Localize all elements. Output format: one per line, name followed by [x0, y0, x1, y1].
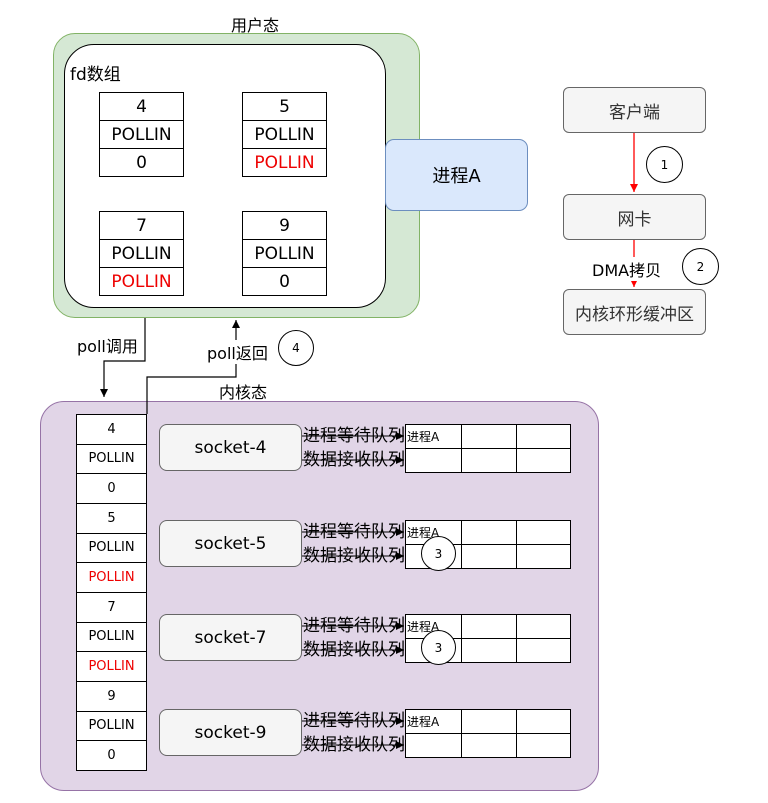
- step-1-circle: 1: [646, 146, 683, 183]
- recv-queue-cell: [461, 448, 517, 473]
- step-3-circle: 3: [421, 536, 456, 571]
- recv-queue-label: 数据接收队列: [303, 735, 405, 755]
- recv-queue-cell: [405, 448, 462, 473]
- wait-queue-cell: [516, 709, 571, 734]
- wait-queue-label: 进程等待队列: [303, 616, 405, 636]
- step-3-circle: 3: [421, 630, 456, 665]
- recv-queue-cell: [461, 638, 517, 663]
- recv-queue-cell: [516, 638, 571, 663]
- wait-queue-cell: [461, 520, 517, 545]
- recv-queue-cell: [461, 733, 517, 758]
- wait-queue-label: 进程等待队列: [303, 711, 405, 731]
- wait-queue-cell: [516, 614, 571, 639]
- recv-queue-cell: [516, 448, 571, 473]
- wait-queue-cell: [516, 520, 571, 545]
- wait-queue-cell: 进程A: [405, 424, 462, 449]
- wait-queue-cell: [461, 424, 517, 449]
- poll-call-label: poll调用: [77, 333, 138, 357]
- step-2-circle: 2: [682, 248, 719, 285]
- socket-box: socket-4: [159, 424, 302, 471]
- wait-queue-cell: [461, 614, 517, 639]
- socket-box: socket-5: [159, 520, 302, 567]
- recv-queue-label: 数据接收队列: [303, 546, 405, 566]
- wait-queue-label: 进程等待队列: [303, 426, 405, 446]
- recv-queue-label: 数据接收队列: [303, 450, 405, 470]
- wait-queue-label: 进程等待队列: [303, 522, 405, 542]
- socket-box: socket-7: [159, 614, 302, 661]
- recv-queue-cell: [516, 733, 571, 758]
- poll-return-label: poll返回: [207, 340, 268, 364]
- wait-queue-cell: 进程A: [405, 709, 462, 734]
- socket-box: socket-9: [159, 709, 302, 756]
- recv-queue-cell: [516, 544, 571, 569]
- socket-area: socket-4 进程等待队列 数据接收队列 进程A socket-5 进程等待队列 数据接…: [0, 0, 768, 803]
- wait-queue-cell: [461, 709, 517, 734]
- wait-queue-cell: [516, 424, 571, 449]
- step-4-circle: 4: [278, 330, 314, 366]
- recv-queue-cell: [461, 544, 517, 569]
- recv-queue-label: 数据接收队列: [303, 640, 405, 660]
- recv-queue-cell: [405, 733, 462, 758]
- dma-copy-label: DMA拷贝: [592, 257, 662, 281]
